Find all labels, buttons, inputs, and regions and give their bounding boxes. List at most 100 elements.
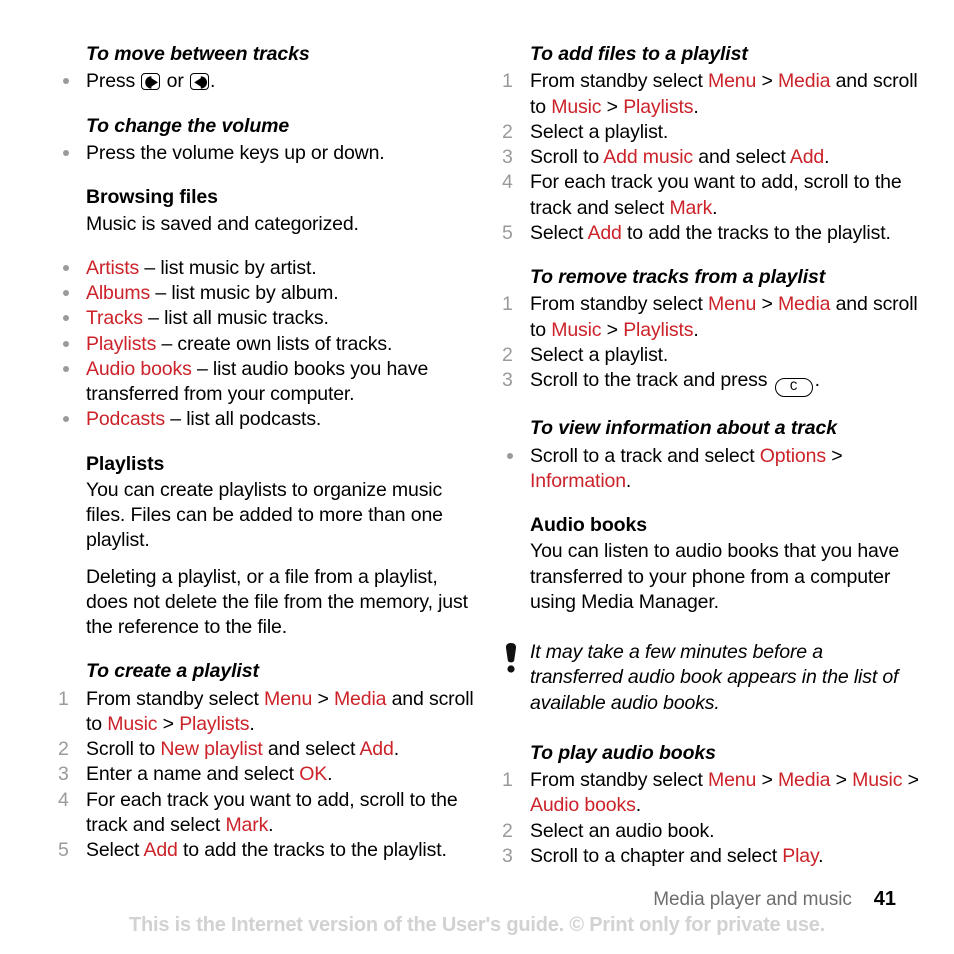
step-text: and select xyxy=(692,146,790,169)
step-text: . xyxy=(693,95,699,118)
ui-term[interactable]: Playlists xyxy=(179,713,249,735)
step-text: Scroll to a track and select xyxy=(530,444,760,467)
ui-term[interactable]: Information xyxy=(530,470,626,492)
ui-term[interactable]: Mark xyxy=(669,197,712,219)
ui-term[interactable]: New playlist xyxy=(160,738,262,760)
step-text: to add the tracks to the playlist. xyxy=(621,221,891,244)
step-number: 2 xyxy=(502,819,513,842)
step-text: > xyxy=(756,70,778,93)
ui-term[interactable]: Music xyxy=(852,769,902,791)
heading-to-add-files-to-a-playlist: To add files to a playlist xyxy=(530,43,748,65)
step-text: > xyxy=(825,444,843,467)
heading-to-remove-tracks-from-a-playlist: To remove tracks from a playlist xyxy=(530,266,826,289)
ui-term[interactable]: Artists xyxy=(86,257,139,279)
heading-audio-books: Audio books xyxy=(530,514,647,537)
step-number: 4 xyxy=(502,171,513,194)
step-number: 5 xyxy=(502,221,513,244)
ui-term[interactable]: Music xyxy=(551,319,601,341)
ui-term[interactable]: Podcasts xyxy=(86,408,165,430)
add-files-steps: 1 From standby select Menu > Media and sc… xyxy=(502,69,920,246)
bullet-dot-icon xyxy=(63,264,69,271)
ui-term[interactable]: Play xyxy=(782,845,818,867)
list-item-description: – list music by album. xyxy=(150,282,339,305)
ui-term[interactable]: Add xyxy=(588,222,622,244)
step-text: Select an audio book. xyxy=(530,819,715,842)
list-item: 5 Select Add to add the tracks to the pla… xyxy=(58,838,476,863)
list-item: Podcasts – list all podcasts. xyxy=(58,407,476,432)
ui-term[interactable]: Media xyxy=(778,769,831,791)
ui-term[interactable]: Menu xyxy=(708,293,756,315)
nav-right-key-icon xyxy=(141,73,161,91)
bullet-dot-icon xyxy=(63,340,69,347)
press-text-mid: or xyxy=(161,70,189,93)
list-item: Scroll to a track and select Options > I… xyxy=(502,444,920,495)
ui-term[interactable]: Mark xyxy=(225,814,268,836)
ui-term[interactable]: Add xyxy=(144,839,178,861)
browsing-files-paragraph: Music is saved and categorized. xyxy=(86,212,359,235)
ui-term[interactable]: Audio books xyxy=(530,794,636,816)
ui-term[interactable]: Music xyxy=(107,713,157,735)
step-number: 2 xyxy=(502,120,513,143)
ui-term[interactable]: Menu xyxy=(708,70,756,92)
ui-term[interactable]: Playlists xyxy=(623,96,693,118)
list-item: Artists – list music by artist. xyxy=(58,256,476,281)
list-item: Audio books – list audio books you have … xyxy=(58,357,476,408)
audio-books-paragraph: You can listen to audio books that you h… xyxy=(530,540,900,613)
playlists-paragraph-1: You can create playlists to organize mus… xyxy=(86,478,443,552)
list-item-description: – list music by artist. xyxy=(139,256,317,279)
heading-to-play-audio-books: To play audio books xyxy=(530,741,716,764)
clear-key-label: C xyxy=(789,379,798,395)
ui-term[interactable]: Tracks xyxy=(86,307,143,329)
list-item-text: Scroll to a track and select Options > I… xyxy=(530,444,843,492)
ui-term[interactable]: Options xyxy=(760,445,826,467)
list-item: 1 From standby select Menu > Media > Musi… xyxy=(502,768,920,819)
ui-term[interactable]: Menu xyxy=(264,688,312,710)
playlists-paragraph-2: Deleting a playlist, or a file from a pl… xyxy=(86,565,468,639)
left-column: To move between tracks Press or . To cha… xyxy=(58,42,476,869)
step-text: . xyxy=(625,469,632,492)
list-item: Tracks – list all music tracks. xyxy=(58,306,476,331)
ui-term[interactable]: Media xyxy=(778,293,831,315)
ui-term[interactable]: Albums xyxy=(86,282,150,304)
ui-term[interactable]: OK xyxy=(299,763,327,785)
create-playlist-steps: 1 From standby select Menu > Media and sc… xyxy=(58,687,476,864)
ui-term[interactable]: Add music xyxy=(603,146,693,168)
list-item-description: – list all podcasts. xyxy=(165,408,322,431)
step-text: > xyxy=(312,687,334,710)
step-text-post: . xyxy=(814,369,820,392)
footer-chapter-title: Media player and music xyxy=(653,889,852,910)
list-item: Albums – list music by album. xyxy=(58,281,476,306)
bullet-dot-icon xyxy=(63,315,69,322)
change-volume-list: Press the volume keys up or down. xyxy=(58,141,476,166)
step-text: Scroll to xyxy=(86,738,161,761)
step-text: Select a playlist. xyxy=(530,120,669,143)
ui-term[interactable]: Music xyxy=(551,96,601,118)
list-item: Playlists – create own lists of tracks. xyxy=(58,332,476,357)
step-number: 1 xyxy=(58,687,69,710)
list-item: 1 From standby select Menu > Media and sc… xyxy=(58,687,476,738)
heading-to-move-between-tracks: To move between tracks xyxy=(86,43,310,65)
ui-term[interactable]: Media xyxy=(334,688,387,710)
ui-term[interactable]: Media xyxy=(778,70,831,92)
ui-term[interactable]: Menu xyxy=(708,769,756,791)
ui-term[interactable]: Playlists xyxy=(86,333,156,355)
step-text: > xyxy=(830,769,853,792)
step-text: From standby select xyxy=(530,293,708,316)
step-text: > xyxy=(756,293,778,316)
ui-term[interactable]: Audio books xyxy=(86,358,192,380)
internet-version-watermark: This is the Internet version of the User… xyxy=(128,914,826,936)
heading-to-change-the-volume: To change the volume xyxy=(86,114,290,137)
step-text: > xyxy=(157,712,180,735)
list-item: 3 Enter a name and select OK. xyxy=(58,762,476,787)
ui-term[interactable]: Add xyxy=(359,738,393,760)
ui-term[interactable]: Playlists xyxy=(623,319,693,341)
step-text-pre: Scroll to the track and press xyxy=(530,369,773,392)
ui-term[interactable]: Add xyxy=(790,146,824,168)
heading-browsing-files: Browsing files xyxy=(86,186,218,209)
